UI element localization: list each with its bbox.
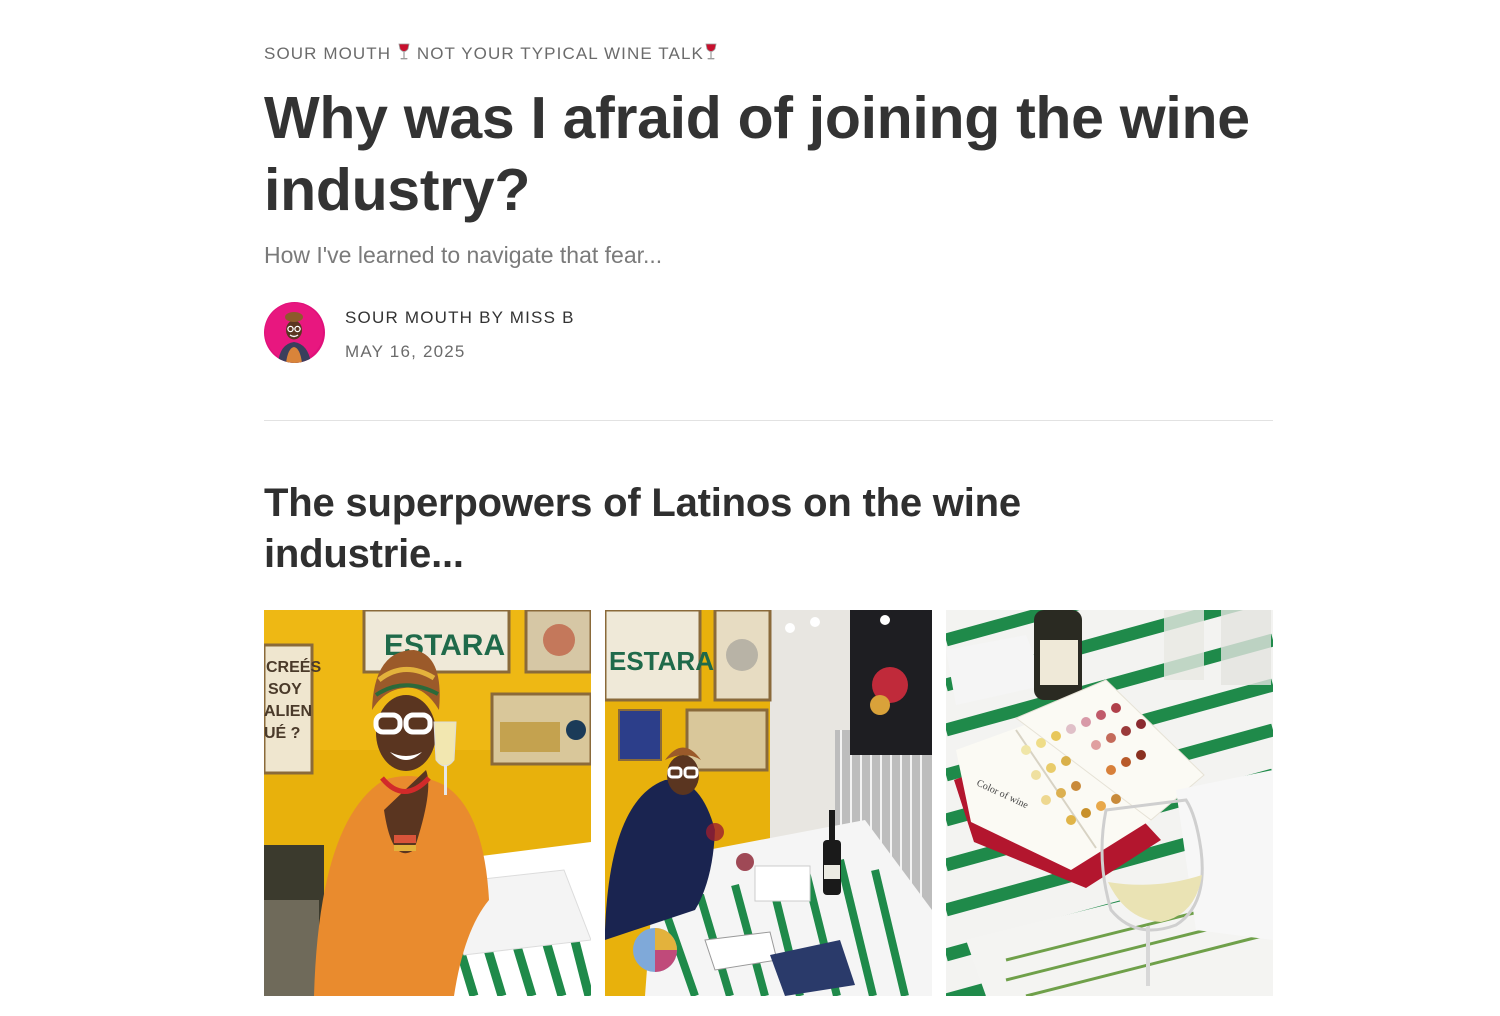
- svg-text:ALIEN: ALIEN: [264, 703, 312, 720]
- divider: [264, 420, 1273, 421]
- publication-name[interactable]: SOUR MOUTH NOT YOUR TYPICAL WINE TALK: [264, 43, 718, 66]
- author-name[interactable]: SOUR MOUTH BY MISS B: [345, 308, 575, 328]
- wine-glass-icon: [397, 43, 411, 66]
- publication-prefix: SOUR MOUTH: [264, 44, 392, 63]
- publication-tagline: NOT YOUR TYPICAL WINE TALK: [416, 44, 704, 63]
- section-heading: The superpowers of Latinos on the wine i…: [264, 481, 1021, 576]
- poster-text: CREÉS: [266, 657, 321, 676]
- post-title: Why was I afraid of joining the wine ind…: [264, 85, 1250, 223]
- byline: SOUR MOUTH BY MISS B MAY 16, 2025: [264, 302, 864, 364]
- image-gallery: CREÉS SOY ALIEN UÉ ? ESTARA ESTARA Color…: [264, 610, 1273, 996]
- svg-text:UÉ ?: UÉ ?: [264, 723, 300, 742]
- publish-date: MAY 16, 2025: [345, 342, 466, 361]
- gallery-photo-2[interactable]: ESTARA: [605, 610, 932, 996]
- svg-text:SOY: SOY: [268, 681, 302, 698]
- wine-glass-icon: [704, 43, 718, 66]
- poster-estara-text-2: ESTARA: [609, 646, 714, 676]
- gallery-photo-1[interactable]: CREÉS SOY ALIEN UÉ ? ESTARA: [264, 610, 591, 996]
- gallery-photo-3[interactable]: Color of wine: [946, 610, 1273, 996]
- post-subtitle: How I've learned to navigate that fear..…: [264, 242, 663, 268]
- author-avatar[interactable]: [264, 302, 325, 363]
